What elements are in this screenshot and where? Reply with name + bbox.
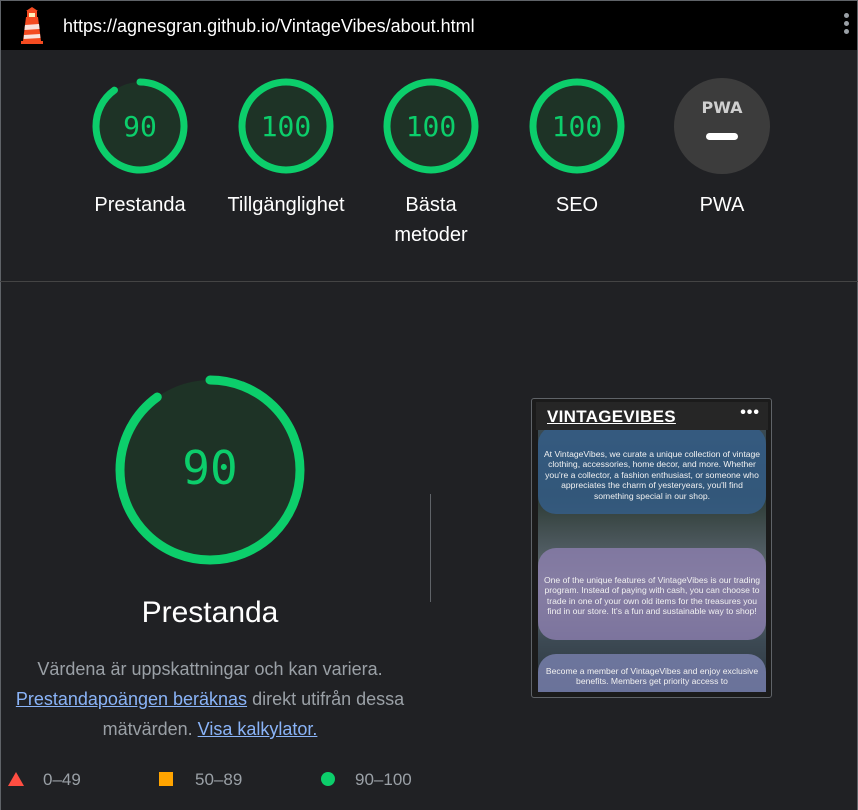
gauge-score: 100 (261, 110, 312, 143)
shot-card: At VintageVibes, we curate a unique coll… (538, 430, 766, 514)
square-icon (159, 772, 173, 786)
gauge-performance[interactable]: 90 Prestanda (70, 78, 210, 220)
gauge-accessibility-ring: 100 (238, 78, 334, 174)
view-calculator-link[interactable]: Visa kalkylator. (198, 719, 318, 739)
gauge-best-practices[interactable]: 100 Bästa metoder (361, 78, 501, 250)
gauge-pwa[interactable]: PWA PWA (652, 78, 792, 220)
gauge-label: Bästa metoder (394, 194, 468, 246)
shot-brand: VINTAGEVIBES (547, 407, 676, 426)
gauge-score: 100 (552, 110, 603, 143)
gauge-best-practices-ring: 100 (383, 78, 479, 174)
legend-range: 0–49 (43, 770, 81, 789)
big-gauge-score: 90 (182, 441, 237, 495)
shot-header: VINTAGEVIBES ••• (536, 402, 768, 430)
report-topbar: https://agnesgran.github.io/VintageVibes… (0, 0, 858, 50)
more-options-icon[interactable] (839, 13, 853, 41)
shot-card: One of the unique features of VintageVib… (538, 548, 766, 640)
score-calc-link[interactable]: Prestandapoängen beräknas (16, 689, 247, 709)
performance-big-gauge: 90 (115, 375, 305, 565)
gauge-score: 90 (123, 110, 157, 143)
gauge-seo-ring: 100 (529, 78, 625, 174)
pwa-badge-circle (674, 78, 770, 174)
gauge-seo[interactable]: 100 SEO (507, 78, 647, 220)
legend-range: 50–89 (195, 770, 243, 789)
desc-line-2: Prestandapoängen beräknas direkt utifrån… (0, 684, 420, 744)
category-gauges: 90 Prestanda 100 Tillgänglighet 100 Bäst… (0, 50, 858, 282)
gauge-score: 100 (406, 110, 457, 143)
gauge-performance-ring: 90 (92, 78, 188, 174)
gauge-label: PWA (699, 194, 745, 216)
final-screenshot[interactable]: VINTAGEVIBES ••• At VintageVibes, we cur… (531, 398, 772, 698)
legend-pass: 90–100 (320, 770, 412, 790)
gauge-label: Prestanda (94, 194, 186, 216)
shot-card: Become a member of VintageVibes and enjo… (538, 654, 766, 692)
gauge-label: SEO (555, 194, 599, 216)
pwa-badge: PWA (674, 78, 770, 174)
lighthouse-icon (21, 7, 43, 44)
shot-body: At VintageVibes, we curate a unique coll… (538, 430, 766, 692)
circle-icon (321, 772, 335, 786)
section-divider (430, 494, 431, 602)
shot-menu-icon: ••• (740, 404, 760, 421)
performance-title: Prestanda (141, 596, 279, 629)
gauge-accessibility[interactable]: 100 Tillgänglighet (216, 78, 356, 220)
legend-average: 50–89 (159, 770, 242, 790)
desc-line: Värdena är uppskattningar och kan varier… (37, 659, 383, 679)
report-url[interactable]: https://agnesgran.github.io/VintageVibes… (63, 16, 475, 37)
pwa-dash-icon (706, 133, 738, 140)
legend-fail: 0–49 (8, 770, 81, 790)
performance-description: Värdena är uppskattningar och kan varier… (0, 654, 420, 744)
legend-range: 90–100 (355, 770, 412, 789)
gauge-label: Tillgänglighet (227, 194, 345, 216)
pwa-badge-text: PWA (701, 98, 743, 117)
triangle-icon (8, 772, 24, 786)
